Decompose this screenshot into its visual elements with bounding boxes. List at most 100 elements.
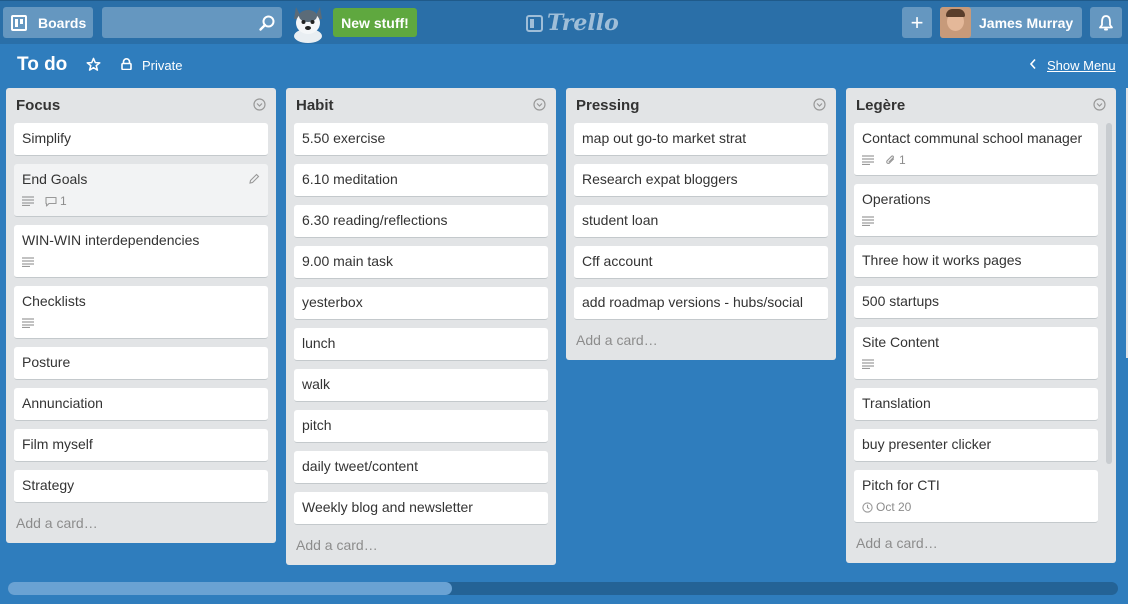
card[interactable]: Annunciation: [14, 388, 268, 421]
card[interactable]: Strategy: [14, 470, 268, 503]
plus-icon: +: [910, 9, 924, 35]
add-card-link[interactable]: Add a card…: [574, 328, 828, 360]
card[interactable]: student loan: [574, 205, 828, 238]
list-menu-icon[interactable]: [253, 98, 266, 111]
card[interactable]: Checklists: [14, 286, 268, 339]
card[interactable]: Operations: [854, 184, 1098, 237]
privacy-label[interactable]: Private: [142, 58, 182, 73]
add-card-link[interactable]: Add a card…: [294, 533, 548, 565]
card-badges: [862, 214, 1090, 228]
description-icon: [862, 216, 874, 226]
add-button[interactable]: +: [902, 7, 932, 38]
show-menu-link[interactable]: Show Menu: [1047, 58, 1116, 73]
card[interactable]: Three how it works pages: [854, 245, 1098, 278]
attachment-count: 1: [899, 152, 906, 167]
search-box[interactable]: [102, 7, 282, 38]
card[interactable]: End Goals 1: [14, 164, 268, 217]
card-title: pitch: [302, 417, 332, 433]
card[interactable]: map out go-to market strat: [574, 123, 828, 156]
description-badge: [22, 196, 37, 206]
description-badge: [862, 216, 877, 226]
search-input[interactable]: [102, 7, 252, 38]
board-scrollbar[interactable]: [8, 582, 1118, 595]
card-title: Three how it works pages: [862, 252, 1022, 268]
boards-label: Boards: [38, 14, 87, 31]
list-title[interactable]: Legère: [854, 97, 905, 114]
pencil-icon[interactable]: [248, 173, 260, 185]
search-icon[interactable]: [258, 14, 276, 32]
card[interactable]: WIN-WIN interdependencies: [14, 225, 268, 278]
card-badges: Oct 20: [862, 500, 1090, 514]
card-title: Cff account: [582, 253, 653, 269]
card[interactable]: lunch: [294, 328, 548, 361]
card[interactable]: 6.30 reading/reflections: [294, 205, 548, 238]
list-title[interactable]: Habit: [294, 97, 334, 114]
card[interactable]: Cff account: [574, 246, 828, 279]
trello-logo-icon: [526, 14, 543, 32]
card-title: 9.00 main task: [302, 253, 394, 269]
description-icon: [862, 359, 874, 369]
card[interactable]: daily tweet/content: [294, 451, 548, 484]
description-icon: [22, 318, 34, 328]
lock-icon[interactable]: [121, 58, 132, 70]
boards-icon: [11, 14, 27, 31]
card[interactable]: walk: [294, 369, 548, 402]
card[interactable]: Site Content: [854, 327, 1098, 380]
board-scrollbar-thumb[interactable]: [8, 582, 452, 595]
list-habit: Habit 5.50 exercise 6.10 meditation 6.30…: [286, 88, 556, 565]
card-badges: 1: [22, 194, 260, 208]
due-date-badge: Oct 20: [862, 499, 911, 516]
card[interactable]: 6.10 meditation: [294, 164, 548, 197]
card[interactable]: 500 startups: [854, 286, 1098, 319]
board-title[interactable]: To do: [17, 54, 67, 76]
card[interactable]: Research expat bloggers: [574, 164, 828, 197]
list-scrollbar[interactable]: [1106, 123, 1112, 464]
taco-mascot-icon[interactable]: [290, 3, 326, 43]
card[interactable]: Posture: [14, 347, 268, 380]
card[interactable]: yesterbox: [294, 287, 548, 320]
description-icon: [22, 196, 34, 206]
list-menu-icon[interactable]: [1093, 98, 1106, 111]
trello-logo[interactable]: Trello: [526, 10, 619, 36]
card-title: Posture: [22, 354, 71, 370]
card[interactable]: 9.00 main task: [294, 246, 548, 279]
notifications-button[interactable]: [1090, 7, 1122, 38]
list-menu-icon[interactable]: [813, 98, 826, 111]
card-title: lunch: [302, 335, 336, 351]
list-legere: Legère Contact communal school manager 1…: [846, 88, 1116, 563]
description-badge: [22, 318, 37, 328]
description-badge: [862, 359, 877, 369]
card[interactable]: Contact communal school manager 1: [854, 123, 1098, 176]
card[interactable]: Pitch for CTI Oct 20: [854, 470, 1098, 523]
new-stuff-button[interactable]: New stuff!: [333, 8, 417, 37]
star-icon[interactable]: [86, 57, 101, 72]
list-title[interactable]: Focus: [14, 97, 60, 114]
card-title: Research expat bloggers: [582, 171, 738, 187]
card-title: walk: [302, 376, 331, 392]
list-title[interactable]: Pressing: [574, 97, 639, 114]
list-pressing: Pressing map out go-to market strat Rese…: [566, 88, 836, 360]
card[interactable]: Simplify: [14, 123, 268, 156]
card[interactable]: Translation: [854, 388, 1098, 421]
add-card-link[interactable]: Add a card…: [854, 531, 1108, 563]
due-date: Oct 20: [876, 499, 912, 514]
user-name: James Murray: [979, 14, 1074, 31]
comment-count: 1: [60, 193, 67, 208]
card[interactable]: Film myself: [14, 429, 268, 462]
boards-button[interactable]: Boards: [3, 7, 93, 38]
profile-button[interactable]: James Murray: [940, 7, 1082, 38]
card-title: Checklists: [22, 293, 86, 309]
card[interactable]: pitch: [294, 410, 548, 443]
card-title: Strategy: [22, 477, 75, 493]
card-title: Film myself: [22, 436, 93, 452]
card[interactable]: 5.50 exercise: [294, 123, 548, 156]
card[interactable]: add roadmap versions - hubs/social: [574, 287, 828, 320]
card[interactable]: Weekly blog and newsletter: [294, 492, 548, 525]
card[interactable]: buy presenter clicker: [854, 429, 1098, 462]
list-menu-icon[interactable]: [533, 98, 546, 111]
logo-text: Trello: [547, 10, 619, 36]
paperclip-icon: [886, 154, 895, 164]
chevron-left-icon[interactable]: [1029, 58, 1037, 70]
card-title: Pitch for CTI: [862, 477, 940, 493]
add-card-link[interactable]: Add a card…: [14, 511, 268, 543]
